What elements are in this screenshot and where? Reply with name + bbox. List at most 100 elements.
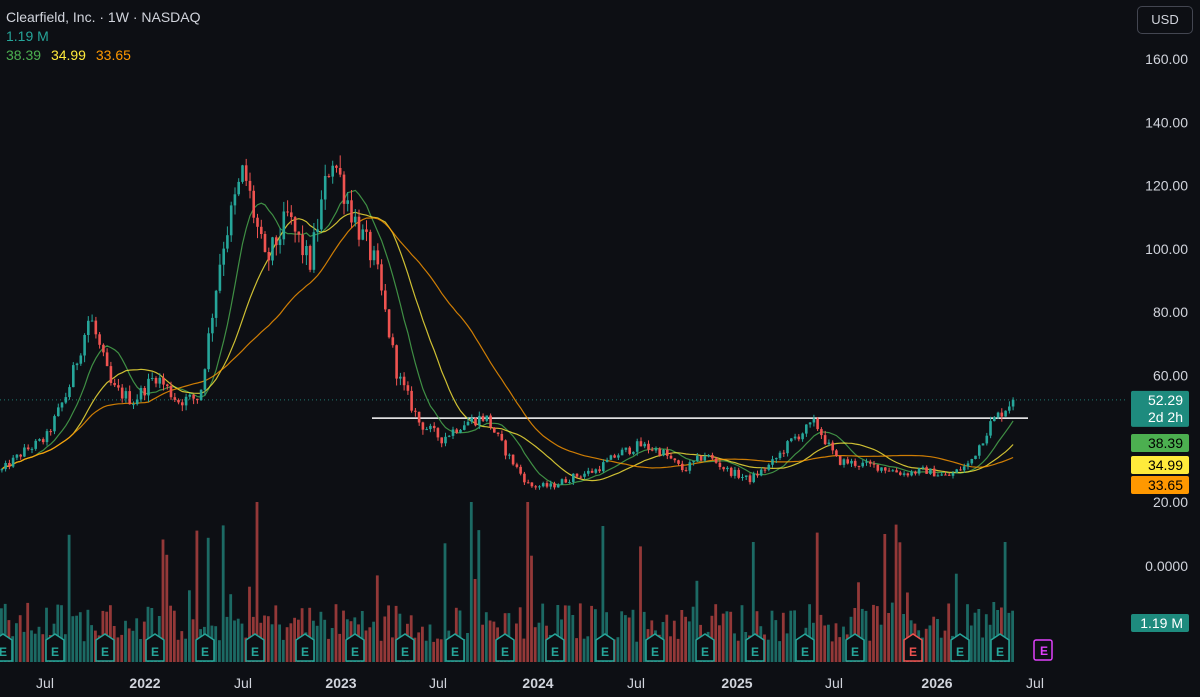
volume-bar bbox=[541, 603, 545, 662]
candle-body bbox=[459, 429, 462, 433]
candle-body bbox=[951, 472, 955, 476]
volume-bar bbox=[334, 604, 338, 662]
candle bbox=[617, 453, 620, 460]
candle bbox=[936, 473, 940, 477]
symbol-title[interactable]: Clearfield, Inc. · 1W · NASDAQ bbox=[6, 8, 201, 27]
candle-body bbox=[192, 394, 195, 399]
candle bbox=[726, 466, 729, 472]
volume-bar bbox=[785, 633, 789, 662]
candle-body bbox=[169, 386, 173, 398]
candle bbox=[372, 245, 376, 266]
volume-bar bbox=[90, 625, 93, 662]
candle-body bbox=[891, 470, 895, 472]
candle-body bbox=[808, 422, 812, 425]
candle bbox=[297, 231, 301, 243]
candle-body bbox=[899, 472, 902, 475]
volume-bar bbox=[883, 534, 887, 662]
price-chart[interactable]: E E E E E E E E E E E E E E E E E E E E E E 160.00 140.00 120.00… bbox=[0, 0, 1200, 692]
volume-bar bbox=[120, 634, 124, 662]
candle bbox=[267, 247, 271, 271]
candle-body bbox=[463, 425, 466, 430]
candle bbox=[910, 469, 913, 477]
volume-bar bbox=[872, 604, 875, 662]
volume-bar bbox=[391, 637, 394, 662]
candle bbox=[83, 333, 86, 363]
candle bbox=[135, 394, 139, 406]
volume-bar bbox=[26, 602, 30, 662]
volume-bar bbox=[30, 630, 33, 662]
candle bbox=[869, 459, 872, 467]
volume-bar bbox=[22, 631, 26, 662]
volume-tag: 1.19 M bbox=[1131, 614, 1189, 632]
candle bbox=[105, 348, 109, 367]
candle bbox=[929, 468, 932, 475]
earnings-marker: E bbox=[595, 633, 615, 662]
volume-bar bbox=[932, 616, 936, 662]
candle-body bbox=[387, 309, 391, 338]
candle-body bbox=[166, 384, 169, 386]
candle-body bbox=[590, 470, 594, 473]
candle-body bbox=[132, 404, 135, 406]
volume-bar bbox=[672, 620, 676, 662]
candle bbox=[981, 443, 985, 446]
volume-bar bbox=[819, 614, 823, 662]
volume-bar bbox=[15, 623, 18, 662]
volume-bar bbox=[770, 610, 774, 662]
candle-body bbox=[981, 443, 985, 446]
earnings-marker: E bbox=[245, 633, 265, 662]
candle bbox=[861, 459, 864, 468]
candle bbox=[72, 362, 75, 388]
volume-bar bbox=[383, 616, 387, 662]
candle bbox=[662, 449, 665, 457]
candle bbox=[921, 465, 925, 471]
candle-body bbox=[820, 429, 823, 436]
candle-body bbox=[109, 366, 113, 383]
candle bbox=[493, 427, 496, 433]
volume-bar bbox=[439, 639, 443, 662]
candle bbox=[1011, 397, 1015, 411]
currency-button[interactable]: USD bbox=[1137, 6, 1193, 34]
volume-bar bbox=[432, 641, 436, 662]
candle bbox=[835, 449, 838, 457]
earnings-letter: E bbox=[801, 645, 809, 659]
candle-body bbox=[481, 415, 485, 421]
candle-body bbox=[402, 376, 406, 386]
candle-body bbox=[406, 385, 410, 391]
candle bbox=[594, 468, 598, 475]
x-tick-label: 2026 bbox=[921, 675, 952, 691]
candle-body bbox=[763, 469, 767, 471]
volume-bar bbox=[894, 524, 898, 662]
candle-body bbox=[959, 469, 962, 471]
candle bbox=[252, 185, 255, 224]
candle bbox=[541, 481, 545, 488]
candle-body bbox=[669, 455, 673, 459]
volume-bar bbox=[165, 554, 169, 662]
candle-body bbox=[643, 443, 646, 447]
volume-bar bbox=[766, 639, 770, 662]
earnings-letter: E bbox=[251, 645, 259, 659]
candle-body bbox=[87, 320, 90, 335]
candle bbox=[564, 476, 568, 484]
volume-bar bbox=[18, 615, 22, 662]
candle bbox=[335, 164, 338, 173]
chart-canvas[interactable]: E E E E E E E E E E E E E E E E E E E E E E 160.00 140.00 120.00… bbox=[0, 0, 1200, 692]
chart-legend: Clearfield, Inc. · 1W · NASDAQ 1.19 M 38… bbox=[6, 8, 201, 65]
candle bbox=[312, 223, 316, 273]
candle-body bbox=[271, 237, 274, 261]
candle-body bbox=[989, 421, 992, 436]
candle bbox=[598, 465, 601, 473]
candle-body bbox=[421, 422, 425, 430]
earnings-letter: E bbox=[0, 645, 7, 659]
candle-body bbox=[639, 441, 643, 447]
candle-body bbox=[1008, 406, 1011, 411]
candle-body bbox=[105, 352, 109, 367]
candle-body bbox=[256, 217, 259, 227]
volume-bar bbox=[481, 624, 484, 662]
volume-bar bbox=[943, 630, 947, 662]
candle-body bbox=[143, 388, 146, 396]
candle bbox=[286, 200, 289, 217]
candle-body bbox=[278, 239, 282, 245]
candle bbox=[778, 450, 782, 461]
earnings-letter: E bbox=[101, 645, 109, 659]
x-tick-label: Jul bbox=[1026, 675, 1044, 691]
